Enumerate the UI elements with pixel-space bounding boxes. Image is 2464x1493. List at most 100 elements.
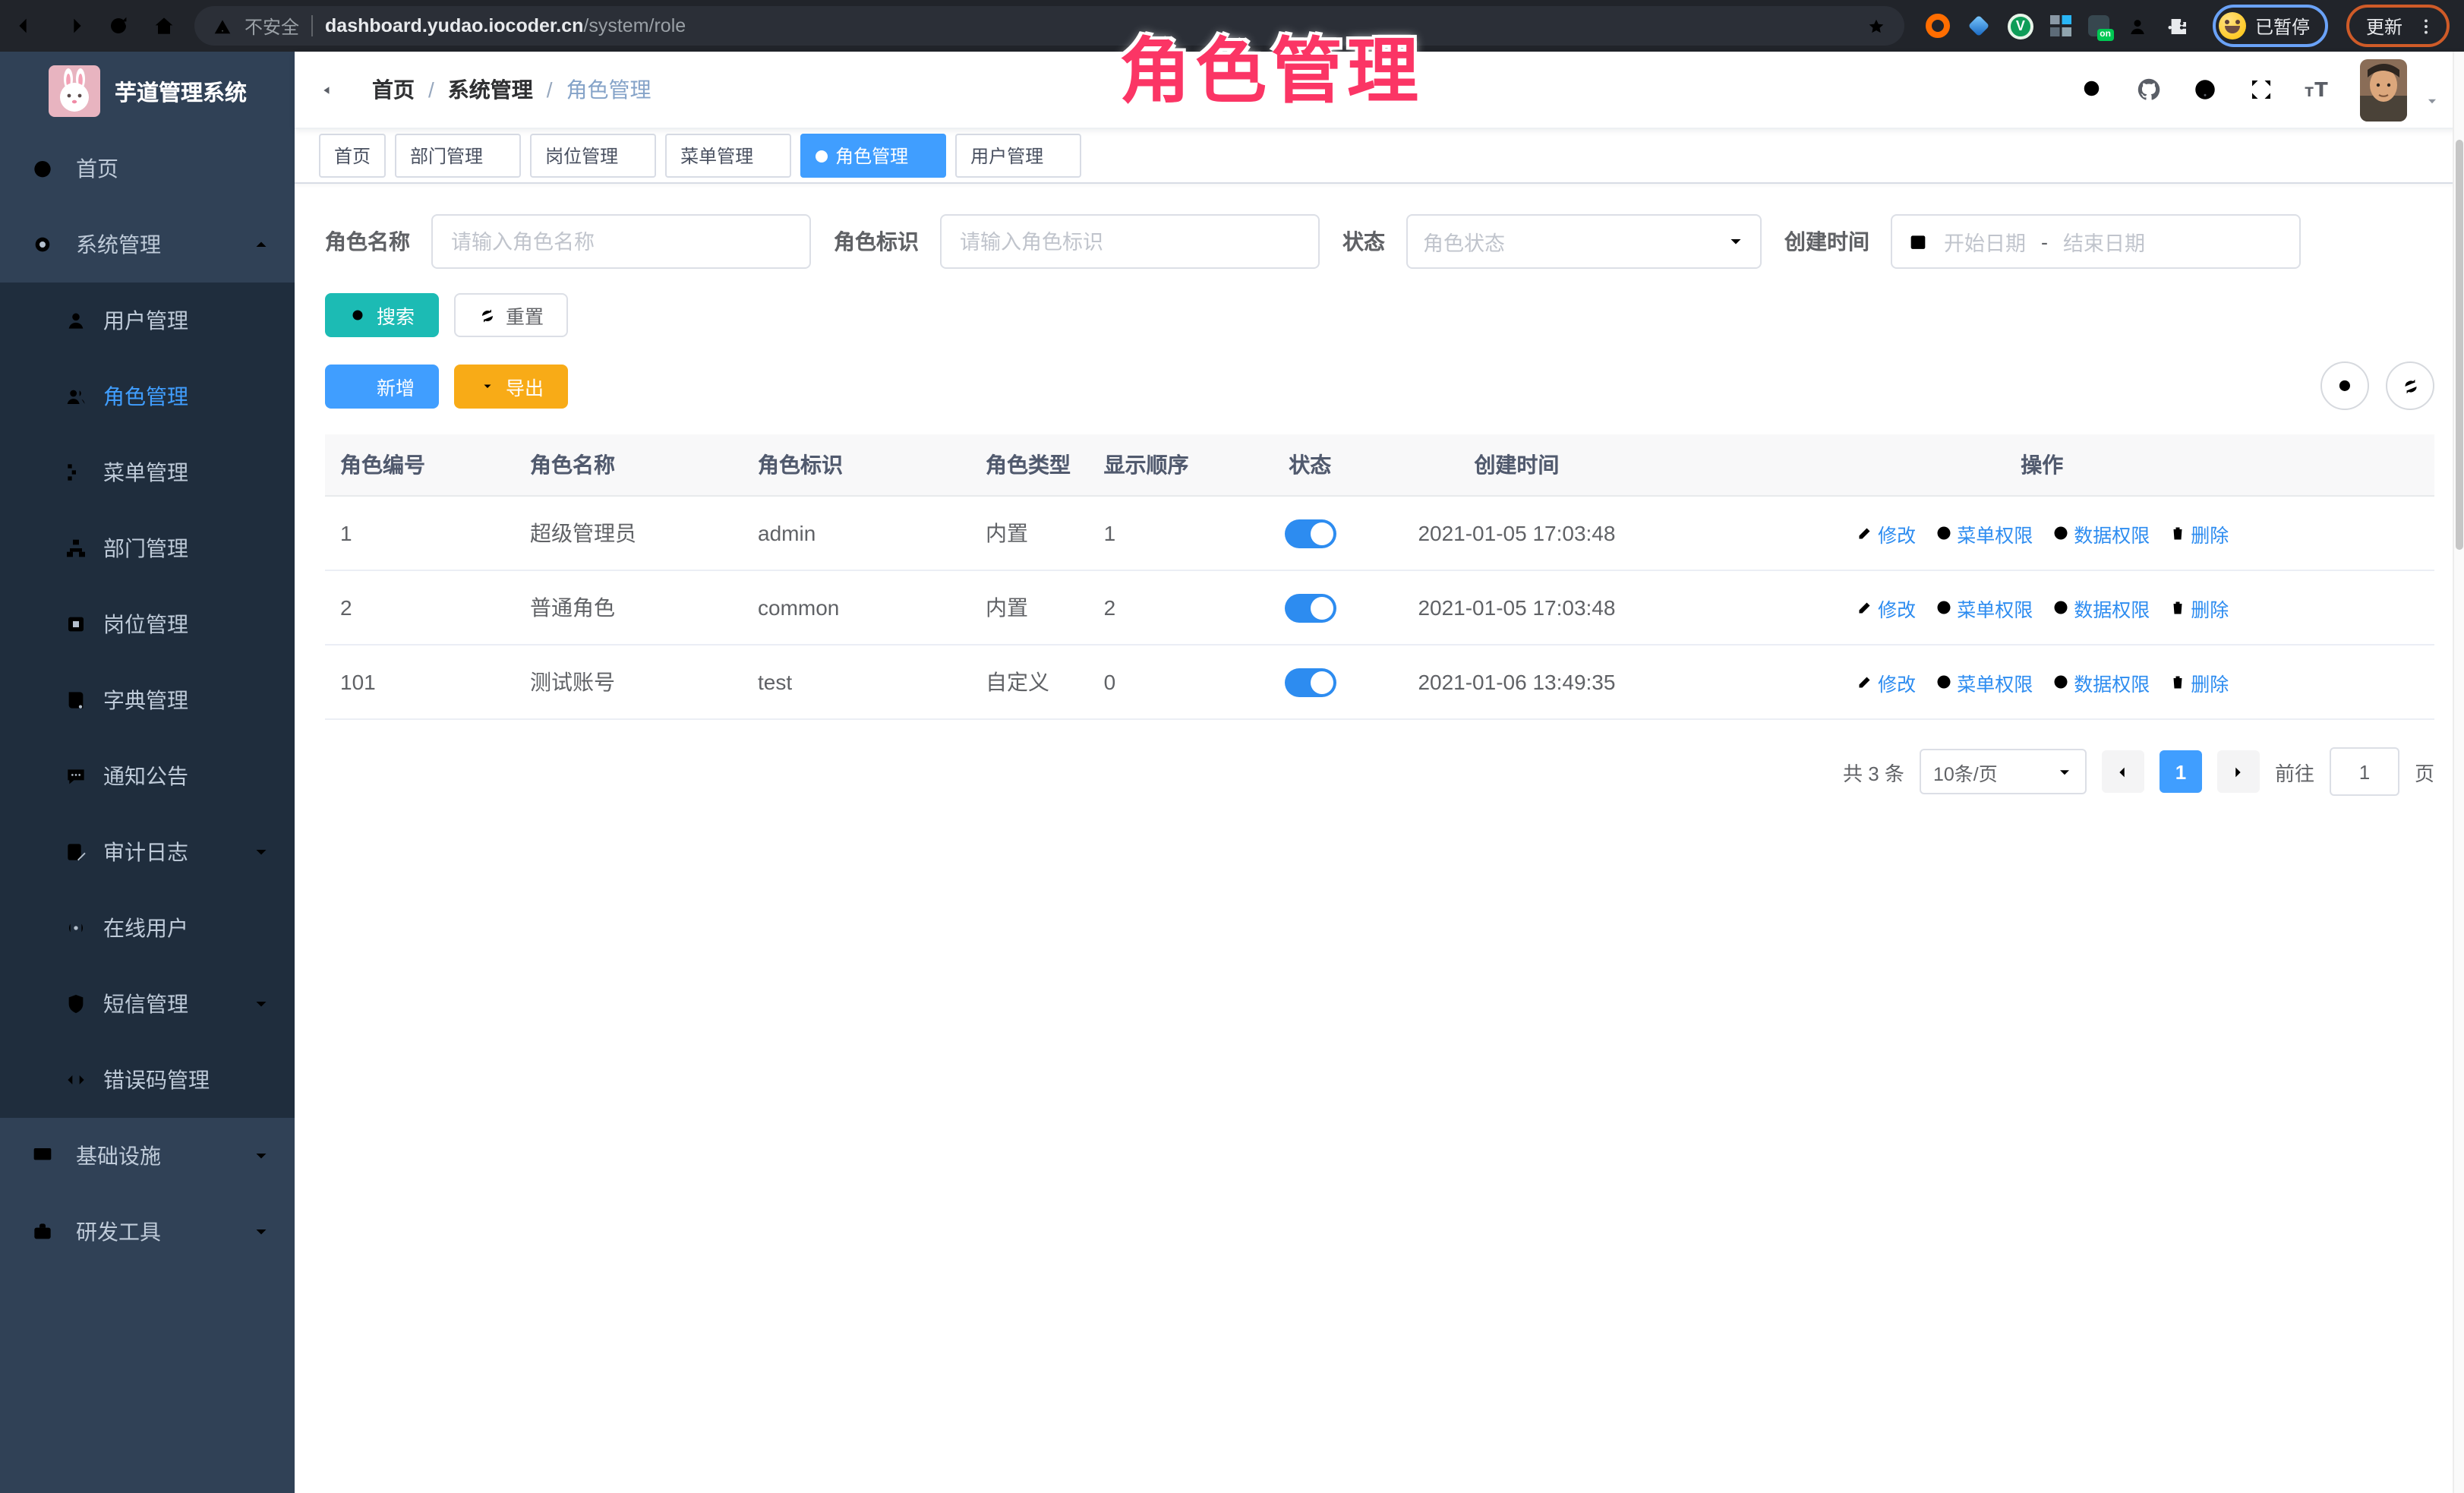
sidebar-item[interactable]: 用户管理: [0, 283, 295, 358]
menu-icon: [64, 460, 88, 485]
sidebar-item[interactable]: 首页: [0, 131, 295, 207]
prev-page-button[interactable]: [2102, 750, 2144, 793]
sidebar-item[interactable]: 系统管理: [0, 207, 295, 283]
status-toggle[interactable]: [1284, 593, 1336, 622]
sidebar-collapse-icon[interactable]: [319, 75, 348, 104]
check-circle-icon: [1934, 524, 1952, 542]
sidebar-item[interactable]: 岗位管理: [0, 586, 295, 662]
reset-button[interactable]: 重置: [454, 293, 568, 337]
screen: 不安全 dashboard.yudao.iocoder.cn/system/ro…: [0, 0, 2464, 1493]
fullscreen-icon[interactable]: [2248, 76, 2275, 103]
table-cell: 内置: [970, 496, 1089, 570]
breadcrumb-item[interactable]: 系统管理: [448, 74, 533, 105]
goto-page-input[interactable]: [2330, 747, 2399, 796]
role-name-input[interactable]: [431, 214, 811, 269]
action-link[interactable]: 菜单权限: [1934, 593, 2033, 622]
action-link[interactable]: 数据权限: [2051, 668, 2150, 696]
on-badge-ext-icon[interactable]: [2088, 15, 2109, 36]
status-toggle[interactable]: [1284, 668, 1336, 696]
next-page-button[interactable]: [2217, 750, 2260, 793]
url-host: dashboard.yudao.iocoder.cn: [325, 15, 583, 36]
action-link[interactable]: 删除: [2168, 593, 2229, 622]
sidebar-item[interactable]: 基础设施: [0, 1118, 295, 1194]
pagination-total: 共 3 条: [1843, 757, 1904, 786]
sidebar-item[interactable]: 字典管理: [0, 662, 295, 738]
sidebar-item[interactable]: 错误码管理: [0, 1042, 295, 1118]
reload-icon[interactable]: [106, 14, 131, 38]
sidebar-item[interactable]: 部门管理: [0, 510, 295, 586]
toggle-search-button[interactable]: [2320, 361, 2369, 410]
home-icon[interactable]: [152, 14, 176, 38]
breadcrumb-item[interactable]: 角色管理: [566, 74, 651, 105]
help-icon[interactable]: [2191, 76, 2219, 103]
sidebar-item[interactable]: 菜单管理: [0, 434, 295, 510]
bookmark-star-icon[interactable]: [1866, 16, 1886, 36]
sidebar-logo[interactable]: 芋道管理系统: [0, 52, 295, 131]
github-icon[interactable]: [2135, 76, 2163, 103]
sidebar-item[interactable]: 角色管理: [0, 358, 295, 434]
refresh-icon: [2400, 376, 2420, 396]
breadcrumb-item[interactable]: 首页: [372, 74, 415, 105]
tab[interactable]: 岗位管理: [530, 134, 656, 178]
back-icon[interactable]: [15, 14, 39, 38]
circle-ext-icon[interactable]: [1926, 14, 1950, 38]
table-cell: 自定义: [970, 645, 1089, 719]
tab[interactable]: 角色管理: [800, 134, 946, 178]
sidebar-item[interactable]: 研发工具: [0, 1194, 295, 1270]
address-bar[interactable]: 不安全 dashboard.yudao.iocoder.cn/system/ro…: [194, 6, 1904, 46]
search-button[interactable]: 搜索: [325, 293, 439, 337]
sidebar-item[interactable]: 短信管理: [0, 966, 295, 1042]
tab[interactable]: 首页: [319, 134, 386, 178]
person-ext-icon[interactable]: [2126, 14, 2150, 38]
sidebar-item[interactable]: 审计日志: [0, 814, 295, 890]
avatar-caret-down-icon[interactable]: [2424, 92, 2440, 109]
tab[interactable]: 菜单管理: [665, 134, 791, 178]
edit-icon: [1855, 598, 1873, 617]
action-link[interactable]: 菜单权限: [1934, 668, 2033, 696]
action-link[interactable]: 菜单权限: [1934, 519, 2033, 548]
scrollbar-thumb[interactable]: [2456, 140, 2463, 550]
fontsize-icon[interactable]: [2304, 76, 2331, 103]
grid-ext-icon[interactable]: [2050, 15, 2071, 36]
export-button[interactable]: 导出: [454, 364, 568, 408]
puzzle-ext-icon[interactable]: [2167, 14, 2191, 38]
action-link[interactable]: 修改: [1855, 668, 1916, 696]
table-cell: 101: [325, 645, 515, 719]
avatar[interactable]: [2360, 58, 2407, 121]
tab[interactable]: 用户管理: [955, 134, 1081, 178]
search-icon[interactable]: [2079, 76, 2106, 103]
update-label: 更新: [2366, 13, 2402, 39]
column-header: 角色标识: [743, 434, 970, 496]
action-link[interactable]: 修改: [1855, 519, 1916, 548]
action-link[interactable]: 数据权限: [2051, 593, 2150, 622]
sidebar: 芋道管理系统 首页 系统管理 用户管理 角色管理 菜单管理 部门管理 岗位管理 …: [0, 52, 295, 1493]
sidebar-item[interactable]: 通知公告: [0, 738, 295, 814]
status-toggle[interactable]: [1284, 519, 1336, 548]
browser-menu-dots-icon[interactable]: [2416, 16, 2436, 36]
date-range-picker[interactable]: 开始日期 - 结束日期: [1891, 214, 2301, 269]
page-size-select[interactable]: 10条/页: [1920, 749, 2087, 794]
verified-ext-icon[interactable]: V: [2008, 13, 2033, 39]
page-number-button[interactable]: 1: [2160, 750, 2202, 793]
role-key-input[interactable]: [940, 214, 1320, 269]
scrollbar-track[interactable]: [2453, 52, 2464, 1493]
gem-ext-icon[interactable]: [1967, 14, 1991, 38]
code-icon: [64, 1068, 88, 1092]
browser-profile-chip[interactable]: 已暂停: [2213, 5, 2328, 47]
date-separator: -: [2041, 230, 2048, 253]
tab[interactable]: 部门管理: [395, 134, 521, 178]
sidebar-item[interactable]: 在线用户: [0, 890, 295, 966]
refresh-table-button[interactable]: [2386, 361, 2434, 410]
forward-icon[interactable]: [61, 14, 85, 38]
action-link[interactable]: 删除: [2168, 668, 2229, 696]
action-link[interactable]: 删除: [2168, 519, 2229, 548]
browser-update-button[interactable]: 更新: [2346, 5, 2450, 47]
active-tab-dot: [816, 150, 828, 162]
add-button[interactable]: 新增: [325, 364, 439, 408]
status-select[interactable]: 角色状态: [1406, 214, 1762, 269]
column-header: 操作: [1649, 434, 2434, 496]
action-link[interactable]: 修改: [1855, 593, 1916, 622]
column-header: 角色名称: [515, 434, 743, 496]
table-body: 1超级管理员admin内置12021-01-05 17:03:48修改菜单权限数…: [325, 496, 2434, 719]
action-link[interactable]: 数据权限: [2051, 519, 2150, 548]
